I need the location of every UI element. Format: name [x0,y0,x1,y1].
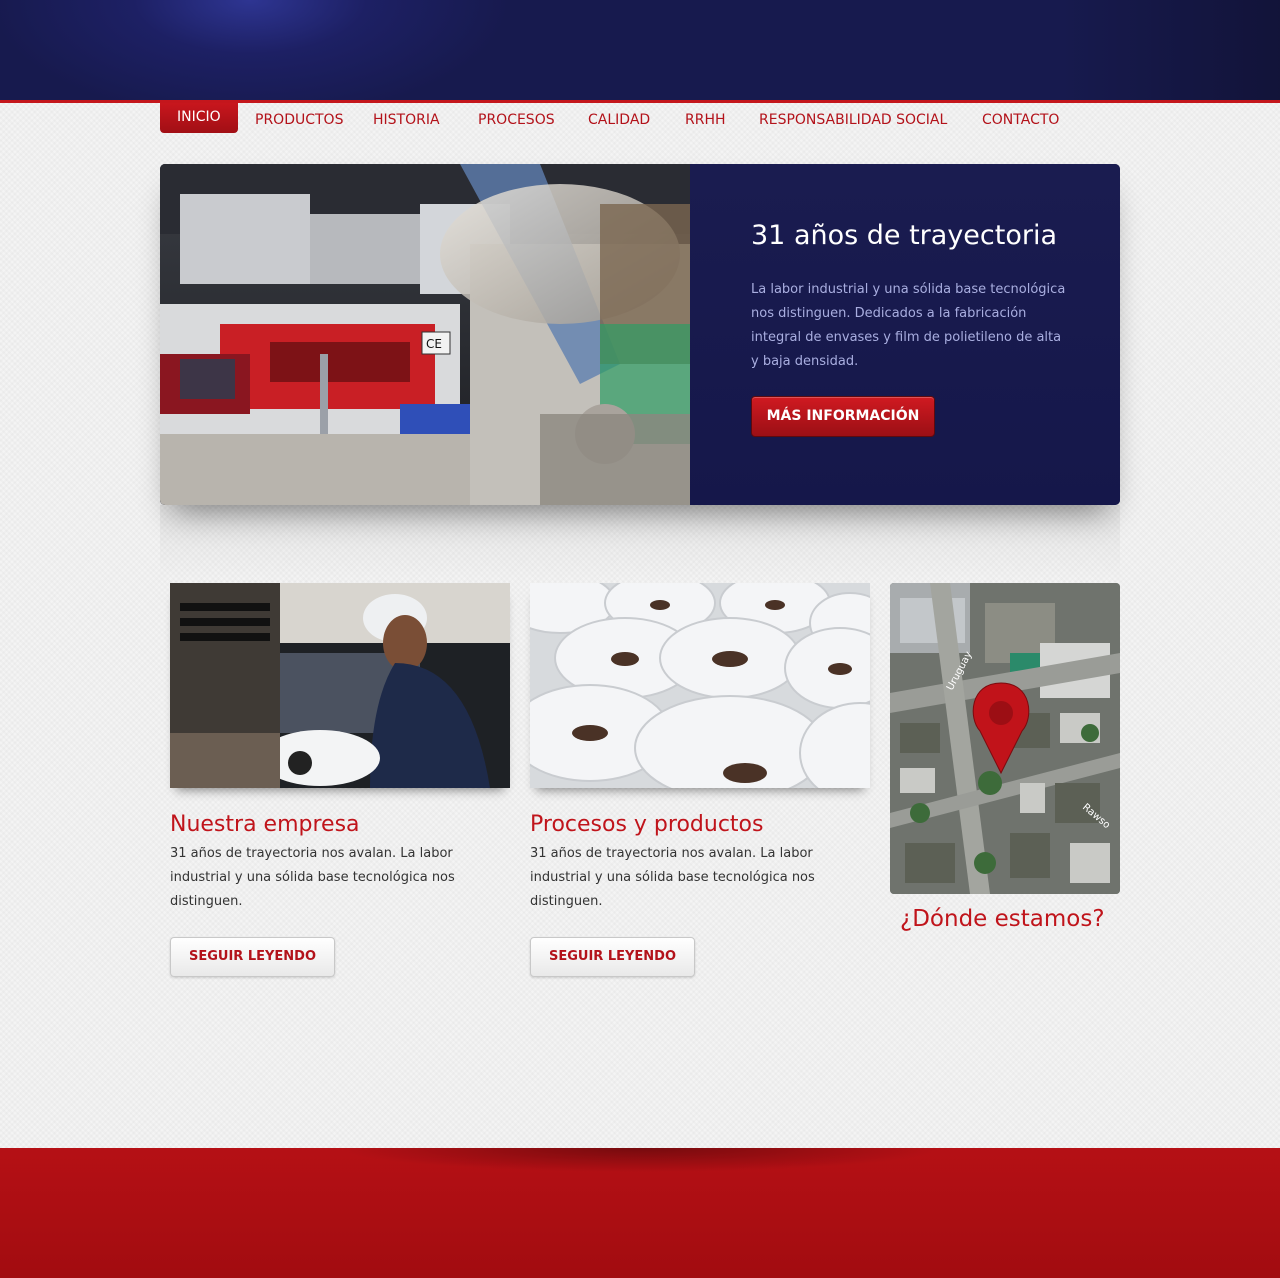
nav-item-productos[interactable]: PRODUCTOS [255,103,343,133]
card-text-procesos: 31 años de trayectoria nos avalan. La la… [530,846,815,909]
header-bar [0,0,1280,103]
nav-item-historia[interactable]: HISTORIA [373,103,440,133]
card-text-empresa: 31 años de trayectoria nos avalan. La la… [170,846,455,909]
hero-factory-image: CE [160,164,690,505]
hero-text-panel: 31 años de trayectoria La labor industri… [690,164,1120,505]
worker-image [170,583,510,788]
nav-item-procesos[interactable]: PROCESOS [478,103,555,133]
location-map[interactable]: Uruguay Rawso [890,583,1120,894]
nav-item-rrhh[interactable]: RRHH [685,103,726,133]
more-info-button[interactable]: MÁS INFORMACIÓN [751,396,935,437]
card-title-procesos: Procesos y productos [530,812,764,837]
hero-reflection [160,505,1120,580]
main-nav: INICIO PRODUCTOS HISTORIA PROCESOS CALID… [160,103,1120,135]
hero-title: 31 años de trayectoria [751,220,1058,251]
hero-description: La labor industrial y una sólida base te… [751,282,1066,369]
hero-banner: CE 31 años de trayectoria La labor indus… [160,164,1120,505]
card-title-empresa: Nuestra empresa [170,812,360,837]
nav-item-contacto[interactable]: CONTACTO [982,103,1059,133]
read-more-button-empresa[interactable]: SEGUIR LEYENDO [170,937,335,977]
read-more-button-procesos[interactable]: SEGUIR LEYENDO [530,937,695,977]
rolls-image [530,583,870,788]
nav-item-calidad[interactable]: CALIDAD [588,103,650,133]
map-title: ¿Dónde estamos? [900,906,1105,932]
nav-item-inicio[interactable]: INICIO [160,103,238,133]
ce-mark: CE [426,337,442,351]
footer-bar [0,1148,1280,1278]
nav-item-responsabilidad-social[interactable]: RESPONSABILIDAD SOCIAL [759,103,947,133]
